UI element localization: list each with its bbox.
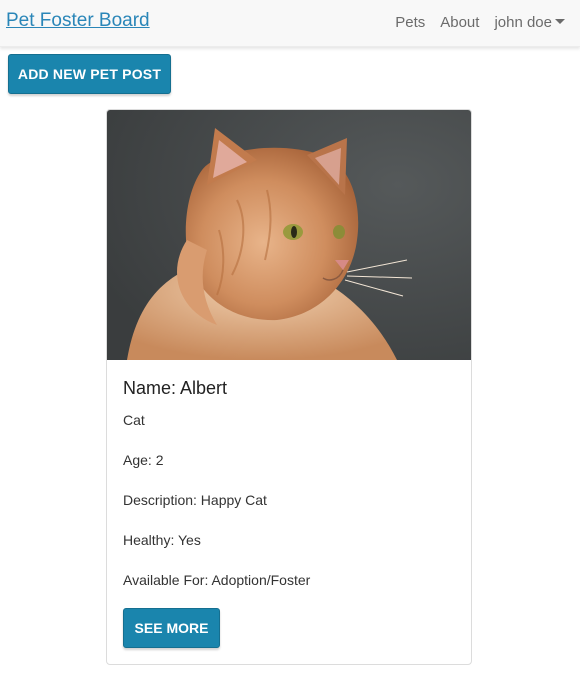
pet-species: Cat: [123, 412, 145, 428]
pet-age: Age: 2: [123, 452, 164, 468]
user-menu-dropdown[interactable]: john doe: [494, 14, 565, 31]
pet-description: Description: Happy Cat: [123, 492, 267, 508]
pet-available-for: Available For: Adoption/Foster: [123, 572, 311, 588]
caret-down-icon: [555, 19, 565, 24]
pet-healthy: Healthy: Yes: [123, 532, 201, 548]
nav-link-pets[interactable]: Pets: [395, 14, 425, 31]
see-more-button[interactable]: SEE MORE: [123, 608, 220, 648]
pet-photo: [107, 110, 471, 360]
brand-link[interactable]: Pet Foster Board: [6, 10, 150, 32]
pet-name: Name: Albert: [123, 378, 228, 398]
nav-links: Pets About john doe: [395, 14, 565, 31]
nav-link-about[interactable]: About: [440, 14, 479, 31]
pet-card: Name: Albert Cat Age: 2 Description: Hap…: [106, 109, 472, 665]
add-new-pet-post-button[interactable]: ADD NEW PET POST: [8, 54, 171, 94]
top-navbar: Pet Foster Board Pets About john doe: [0, 0, 580, 47]
user-menu-label: john doe: [494, 14, 552, 31]
